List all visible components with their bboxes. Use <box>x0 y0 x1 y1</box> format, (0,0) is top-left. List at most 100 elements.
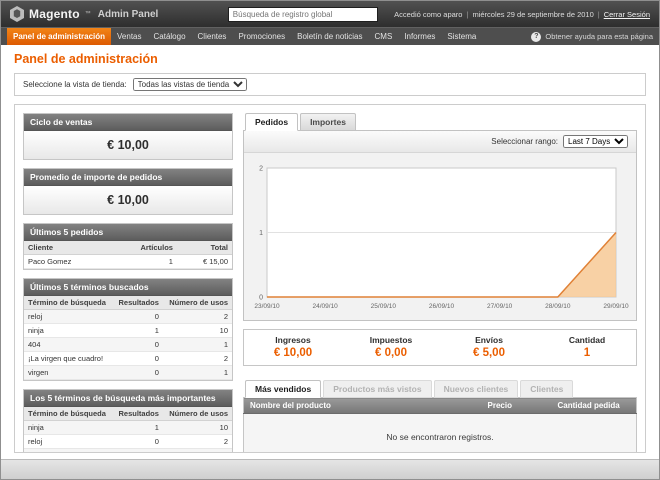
global-search-input[interactable] <box>228 7 378 22</box>
stat-value: € 5,00 <box>440 347 538 359</box>
search-term-row[interactable]: ¡La virgen que cuadro! 0 2 <box>24 352 232 366</box>
cell-termino: ninja <box>24 324 113 338</box>
cell-resultados: 0 <box>113 352 163 366</box>
cell-resultados: 0 <box>113 310 163 324</box>
range-bar: Seleccionar rango: Last 7 Days <box>244 131 636 153</box>
last-search-terms-table: Término de búsqueda Resultados Número de… <box>24 296 232 380</box>
average-orders-title: Promedio de importe de pedidos <box>24 169 232 186</box>
col-termino: Término de búsqueda <box>24 407 113 421</box>
cell-termino: 404 <box>24 338 113 352</box>
svg-text:28/09/10: 28/09/10 <box>545 303 571 310</box>
cell-numero-usos: 2 <box>163 435 232 449</box>
svg-text:26/09/10: 26/09/10 <box>429 303 455 310</box>
footer <box>1 459 659 479</box>
store-view-select[interactable]: Todas las vistas de tienda <box>133 78 247 91</box>
top-header: Magento™ Admin Panel Accedió como aparo … <box>1 1 659 27</box>
dashboard-right-column: Pedidos Importes Seleccionar rango: Last… <box>243 113 637 453</box>
range-label: Seleccionar rango: <box>491 137 558 146</box>
stat-impuestos: Impuestos € 0,00 <box>342 330 440 365</box>
content-area: Panel de administración Seleccione la vi… <box>1 45 659 459</box>
main-navbar: Panel de administración Ventas Catálogo … <box>1 27 659 45</box>
nav-item-catalogo[interactable]: Catálogo <box>148 28 192 45</box>
last-search-terms-title: Últimos 5 términos buscados <box>24 279 232 296</box>
grid-tabs: Más vendidos Productos más vistos Nuevos… <box>243 380 637 398</box>
tab-clientes[interactable]: Clientes <box>520 380 573 398</box>
current-date: miércoles 29 de septiembre de 2010 <box>472 10 593 19</box>
cell-termino: reloj <box>24 310 113 324</box>
cell-numero-usos: 2 <box>163 352 232 366</box>
tab-mas-vendidos[interactable]: Más vendidos <box>245 380 321 398</box>
nav-item-ventas[interactable]: Ventas <box>111 28 147 45</box>
last-orders-title: Últimos 5 pedidos <box>24 224 232 241</box>
dashboard-container: Ciclo de ventas € 10,00 Promedio de impo… <box>14 104 646 453</box>
magento-logo-icon <box>10 6 24 22</box>
tab-productos-mas-vistos[interactable]: Productos más vistos <box>323 380 431 398</box>
tab-importes[interactable]: Importes <box>300 113 356 131</box>
search-term-row[interactable]: 404 0 1 <box>24 338 232 352</box>
cell-numero-usos: 2 <box>163 449 232 454</box>
cell-termino: virgen <box>24 366 113 380</box>
col-nombre-producto: Nombre del producto <box>244 398 482 414</box>
orders-chart: 01223/09/1024/09/1025/09/1026/09/1027/09… <box>251 161 631 311</box>
top-search-terms-title: Los 5 términos de búsqueda más important… <box>24 390 232 407</box>
nav-item-sistema[interactable]: Sistema <box>441 28 482 45</box>
logo-text: Magento <box>29 7 80 21</box>
logo-trademark: ™ <box>85 11 91 17</box>
cell-termino: ¡La virgen que cuadro! <box>24 352 113 366</box>
separator: | <box>598 10 600 19</box>
stat-value: € 10,00 <box>244 347 342 359</box>
range-select[interactable]: Last 7 Days <box>563 135 628 148</box>
tab-pedidos[interactable]: Pedidos <box>245 113 298 131</box>
stat-envios: Envíos € 5,00 <box>440 330 538 365</box>
magento-logo: Magento™ Admin Panel <box>10 6 228 22</box>
logout-link[interactable]: Cerrar Sesión <box>604 10 650 19</box>
cell-cliente: Paco Gomez <box>24 255 110 269</box>
search-term-row[interactable]: ninja 1 10 <box>24 324 232 338</box>
average-orders-box: Promedio de importe de pedidos € 10,00 <box>23 168 233 215</box>
search-term-row[interactable]: reloj 0 2 <box>24 435 232 449</box>
nav-item-promociones[interactable]: Promociones <box>232 28 291 45</box>
order-row[interactable]: Paco Gomez 1 € 15,00 <box>24 255 232 269</box>
search-term-row[interactable]: ¡La virgen que cuadro! 0 2 <box>24 449 232 454</box>
stat-label: Envíos <box>440 335 538 345</box>
nav-item-clientes[interactable]: Clientes <box>192 28 233 45</box>
lifetime-sales-box: Ciclo de ventas € 10,00 <box>23 113 233 160</box>
cell-termino: ninja <box>24 421 113 435</box>
nav-item-cms[interactable]: CMS <box>369 28 399 45</box>
session-info: Accedió como aparo | miércoles 29 de sep… <box>378 10 650 19</box>
magento-admin-window: Magento™ Admin Panel Accedió como aparo … <box>0 0 660 480</box>
cell-termino: ¡La virgen que cuadro! <box>24 449 113 454</box>
chart-wrap: 01223/09/1024/09/1025/09/1026/09/1027/09… <box>244 153 636 320</box>
lifetime-sales-value: € 10,00 <box>24 131 232 159</box>
search-term-row[interactable]: reloj 0 2 <box>24 310 232 324</box>
svg-text:0: 0 <box>259 295 263 302</box>
stat-value: 1 <box>538 347 636 359</box>
search-term-row[interactable]: virgen 0 1 <box>24 366 232 380</box>
cell-resultados: 0 <box>113 338 163 352</box>
cell-resultados: 0 <box>113 449 163 454</box>
nav-item-dashboard[interactable]: Panel de administración <box>7 28 111 45</box>
search-term-row[interactable]: ninja 1 10 <box>24 421 232 435</box>
nav-item-informes[interactable]: Informes <box>398 28 441 45</box>
chart-tabs: Pedidos Importes <box>243 113 637 131</box>
average-orders-value: € 10,00 <box>24 186 232 214</box>
svg-text:24/09/10: 24/09/10 <box>313 303 339 310</box>
col-articulos: Artículos <box>110 241 177 255</box>
totals-bar: Ingresos € 10,00 Impuestos € 0,00 Envíos… <box>243 329 637 366</box>
tab-nuevos-clientes[interactable]: Nuevos clientes <box>434 380 519 398</box>
chart-panel: Seleccionar rango: Last 7 Days 01223/09/… <box>243 130 637 321</box>
svg-text:27/09/10: 27/09/10 <box>487 303 513 310</box>
nav-item-boletin[interactable]: Boletín de noticias <box>291 28 368 45</box>
cell-resultados: 1 <box>113 421 163 435</box>
cell-resultados: 0 <box>113 366 163 380</box>
empty-row: No se encontraron registros. <box>244 414 637 454</box>
lifetime-sales-title: Ciclo de ventas <box>24 114 232 131</box>
cell-resultados: 1 <box>113 324 163 338</box>
dashboard-left-column: Ciclo de ventas € 10,00 Promedio de impo… <box>23 113 233 453</box>
svg-text:25/09/10: 25/09/10 <box>371 303 397 310</box>
page-help-link[interactable]: ? Obtener ayuda para esta página <box>531 28 653 45</box>
stat-ingresos: Ingresos € 10,00 <box>244 330 342 365</box>
col-total: Total <box>177 241 232 255</box>
stat-label: Impuestos <box>342 335 440 345</box>
cell-total: € 15,00 <box>177 255 232 269</box>
